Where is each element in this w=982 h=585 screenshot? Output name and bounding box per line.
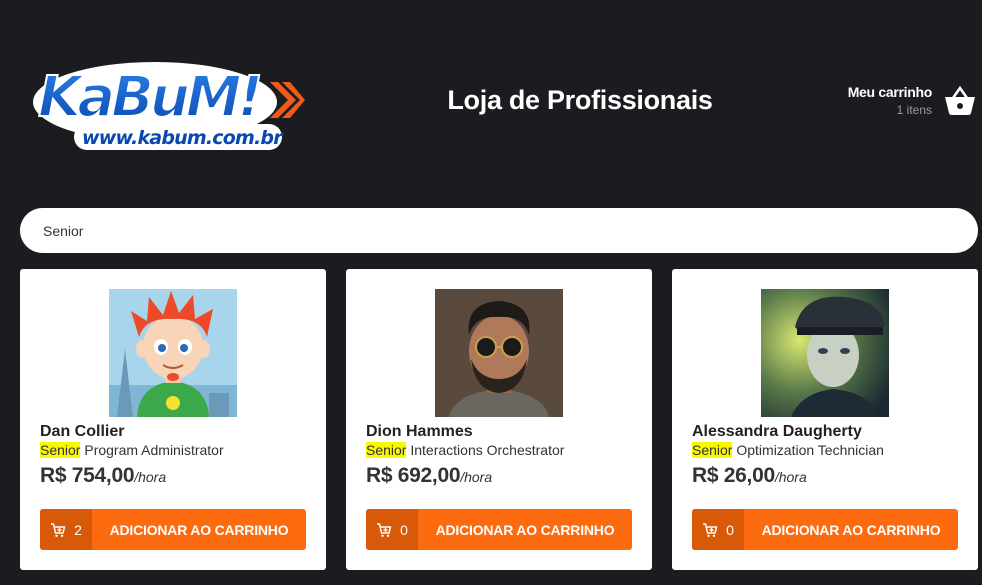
search-highlight: Senior [692, 442, 733, 458]
logo-url: www.kabum.com.br [82, 127, 284, 149]
add-to-cart-button[interactable]: 0 ADICIONAR AO CARRINHO [366, 509, 632, 550]
role-text: Interactions Orchestrator [406, 442, 565, 458]
quantity-badge: 0 [692, 509, 744, 550]
professional-role: Senior Optimization Technician [692, 442, 884, 458]
header: KaBuM! www.kabum.com.br Loja de Profissi… [0, 0, 982, 200]
cart-plus-icon [51, 522, 66, 537]
professional-name: Dion Hammes [366, 423, 473, 440]
add-to-cart-button[interactable]: 0 ADICIONAR AO CARRINHO [692, 509, 958, 550]
professional-name: Alessandra Daugherty [692, 423, 862, 440]
product-card: Dion Hammes Senior Interactions Orchestr… [346, 269, 652, 570]
add-to-cart-label: ADICIONAR AO CARRINHO [109, 521, 289, 538]
price: R$ 26,00/hora [692, 464, 807, 488]
cart-info: Meu carrinho 1 itens [847, 83, 933, 117]
avatar-image [435, 289, 563, 417]
add-to-cart-button[interactable]: 2 ADICIONAR AO CARRINHO [40, 509, 306, 550]
quantity-badge: 0 [366, 509, 418, 550]
quantity-value: 0 [400, 521, 408, 538]
role-text: Optimization Technician [732, 442, 884, 458]
quantity-value: 2 [74, 521, 82, 538]
price-unit: /hora [774, 469, 807, 485]
add-to-cart-label: ADICIONAR AO CARRINHO [761, 521, 941, 538]
professional-role: Senior Interactions Orchestrator [366, 442, 564, 458]
cart-plus-icon [703, 522, 718, 537]
role-text: Program Administrator [80, 442, 224, 458]
cart-plus-icon [377, 522, 392, 537]
product-card: Dan Collier Senior Program Administrator… [20, 269, 326, 570]
avatar-image [761, 289, 889, 417]
professional-role: Senior Program Administrator [40, 442, 224, 458]
shopping-basket-icon[interactable] [942, 82, 978, 118]
price: R$ 692,00/hora [366, 464, 492, 488]
price-value: R$ 26,00 [692, 464, 775, 487]
add-to-cart-label: ADICIONAR AO CARRINHO [435, 521, 615, 538]
quantity-value: 0 [726, 521, 734, 538]
price-unit: /hora [460, 469, 493, 485]
cart-count: 1 itens [896, 102, 932, 117]
search-input[interactable] [20, 208, 978, 253]
search-highlight: Senior [366, 442, 407, 458]
cart-label: Meu carrinho [847, 83, 933, 100]
price-value: R$ 692,00 [366, 464, 461, 487]
quantity-badge: 2 [40, 509, 92, 550]
product-grid: Dan Collier Senior Program Administrator… [20, 269, 978, 570]
price: R$ 754,00/hora [40, 464, 166, 488]
avatar-image [109, 289, 237, 417]
price-unit: /hora [134, 469, 167, 485]
product-card: Alessandra Daugherty Senior Optimization… [672, 269, 978, 570]
price-value: R$ 754,00 [40, 464, 135, 487]
professional-name: Dan Collier [40, 423, 125, 440]
search-highlight: Senior [40, 442, 81, 458]
logo-wordmark: KaBuM! [38, 65, 259, 130]
page-title: Loja de Profissionais [447, 85, 713, 115]
cart-button[interactable]: Meu carrinho 1 itens [848, 82, 978, 118]
kabum-logo[interactable]: KaBuM! www.kabum.com.br [30, 54, 305, 154]
